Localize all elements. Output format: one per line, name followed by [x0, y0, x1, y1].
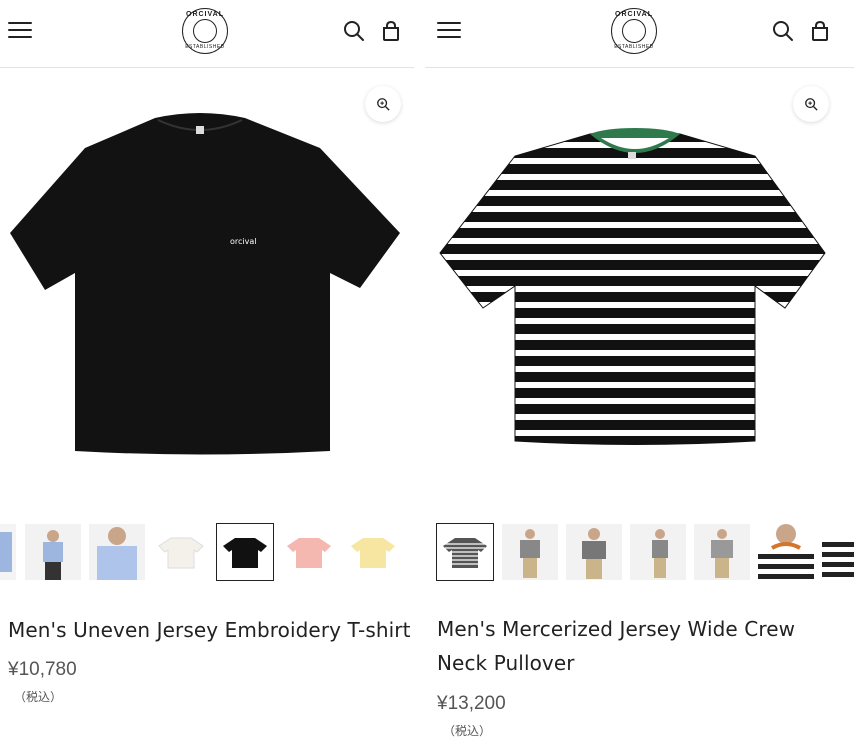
product-title-line1[interactable]: Men's Mercerized Jersey Wide Crew	[437, 612, 795, 646]
thumbnail[interactable]	[566, 524, 622, 580]
bag-icon[interactable]	[380, 20, 402, 42]
thumbnail[interactable]	[345, 524, 401, 580]
site-header: ORCIVAL ESTABLISHED	[0, 0, 414, 68]
thumbnail[interactable]	[758, 524, 814, 580]
thumbnail[interactable]	[153, 524, 209, 580]
tax-note: （税込）	[14, 690, 63, 704]
bag-icon[interactable]	[809, 20, 831, 42]
thumbnail[interactable]	[502, 524, 558, 580]
product-price: ¥13,200	[437, 693, 506, 714]
thumbnail-selected[interactable]	[436, 523, 494, 581]
thumbnail[interactable]	[89, 524, 145, 580]
thumbnail-strip	[425, 523, 854, 584]
product-panel-left: ORCIVAL ESTABLISHED orcival Men's Uneven…	[0, 0, 414, 756]
striped-pullover-image	[439, 128, 826, 445]
logo-text-bottom: ESTABLISHED	[614, 44, 654, 50]
tshirt-print-text: orcival	[230, 237, 257, 246]
thumbnail[interactable]	[25, 524, 81, 580]
menu-icon[interactable]	[8, 22, 32, 40]
thumbnail[interactable]	[694, 524, 750, 580]
thumbnail[interactable]	[0, 524, 16, 580]
product-price: ¥10,780	[8, 659, 77, 680]
product-title-line2[interactable]: Neck Pullover	[437, 646, 575, 680]
site-header: ORCIVAL ESTABLISHED	[425, 0, 854, 68]
logo-text-top: ORCIVAL	[615, 11, 653, 18]
search-icon[interactable]	[772, 20, 794, 42]
brand-logo[interactable]: ORCIVAL ESTABLISHED	[182, 8, 228, 54]
logo-text-top: ORCIVAL	[186, 11, 224, 18]
panel-divider	[414, 0, 425, 756]
thumbnail[interactable]	[822, 524, 854, 580]
menu-icon[interactable]	[437, 22, 461, 40]
thumbnail-strip	[0, 523, 414, 584]
product-panel-right: ORCIVAL ESTABLISHED Men's Mercerized Jer…	[425, 0, 854, 756]
zoom-in-icon[interactable]	[793, 86, 829, 122]
thumbnail-selected[interactable]	[216, 523, 274, 581]
tax-note: （税込）	[443, 724, 492, 738]
brand-logo[interactable]: ORCIVAL ESTABLISHED	[611, 8, 657, 54]
product-image[interactable]: orcival	[0, 68, 414, 508]
thumbnail[interactable]	[281, 524, 337, 580]
tshirt-image: orcival	[10, 113, 400, 455]
thumbnail[interactable]	[630, 524, 686, 580]
product-image[interactable]	[425, 68, 854, 508]
zoom-in-icon[interactable]	[365, 86, 401, 122]
logo-text-bottom: ESTABLISHED	[185, 44, 225, 50]
product-title[interactable]: Men's Uneven Jersey Embroidery T-shirt	[8, 613, 411, 647]
search-icon[interactable]	[343, 20, 365, 42]
